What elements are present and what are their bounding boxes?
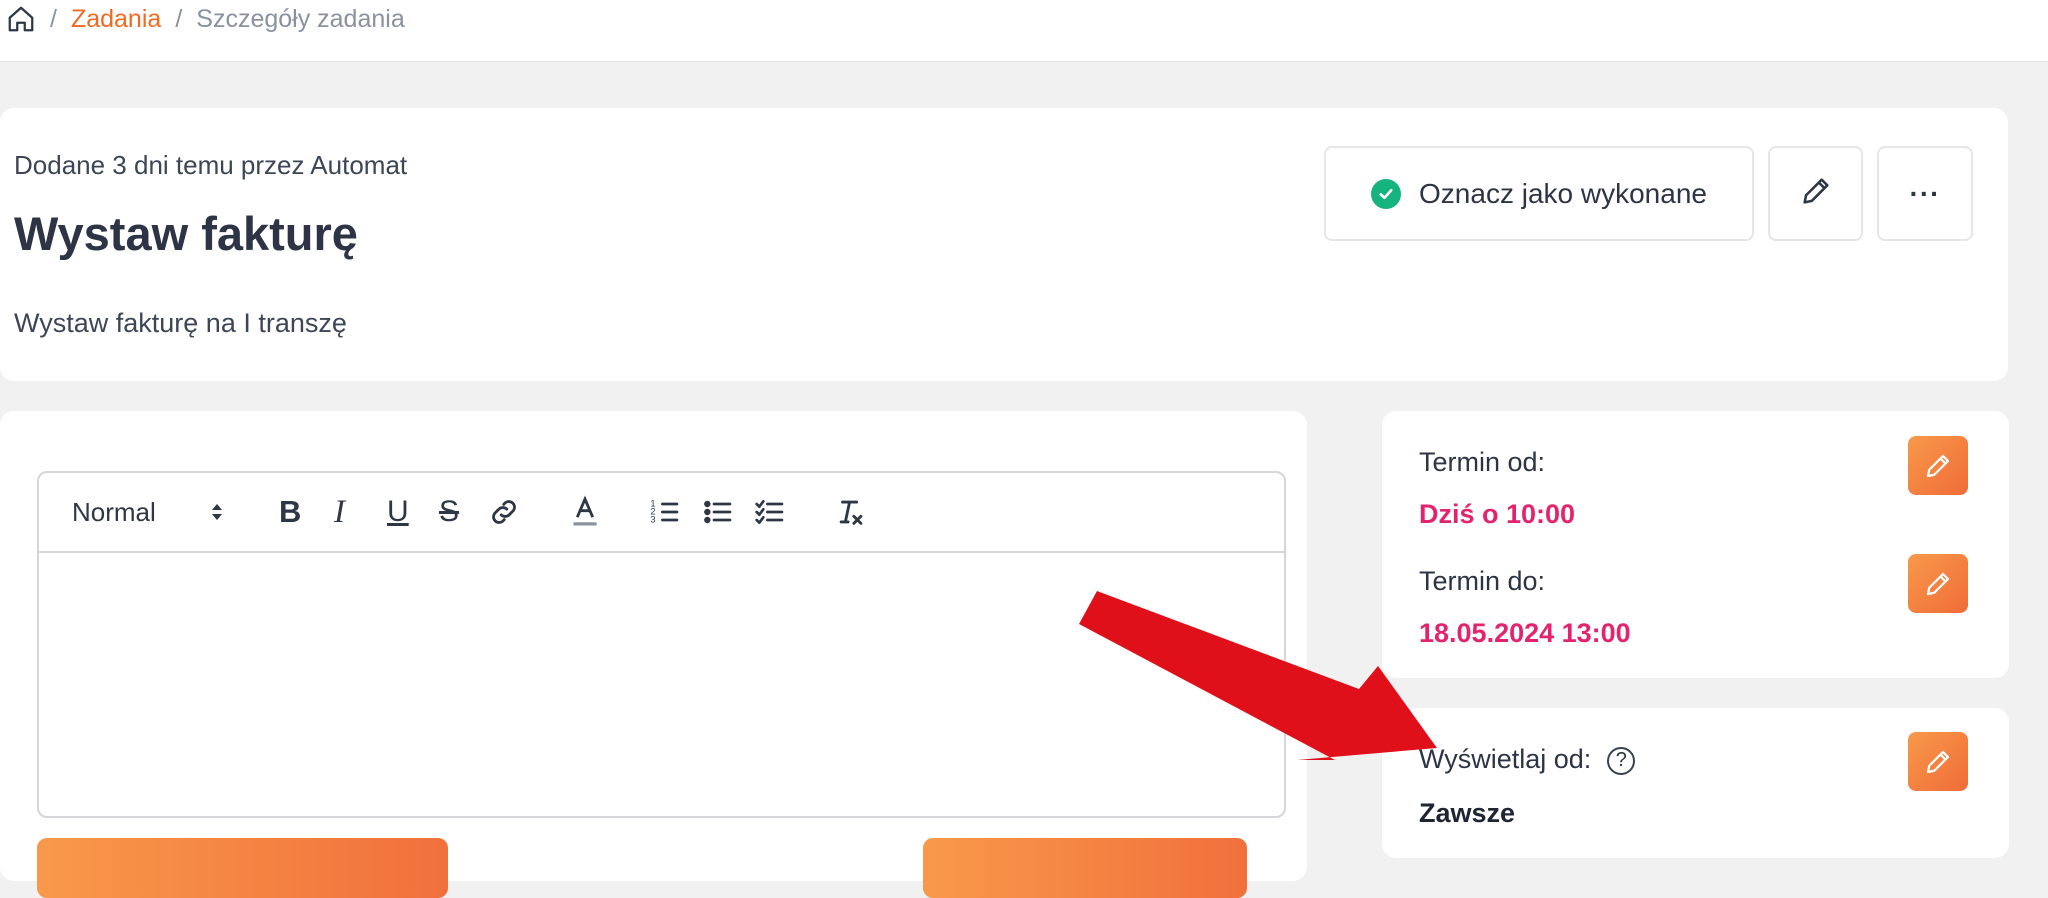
annotation-arrow-icon (1079, 591, 1437, 760)
